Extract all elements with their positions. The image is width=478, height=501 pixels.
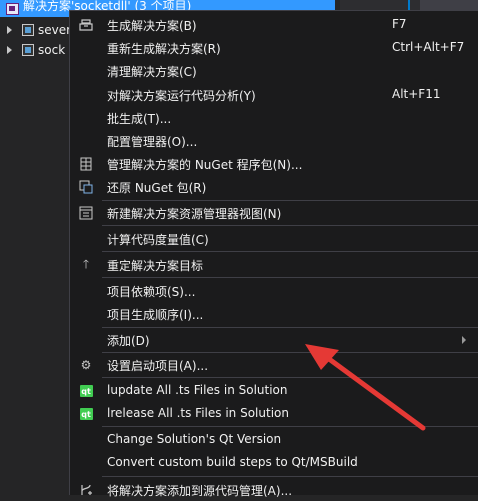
menu-separator xyxy=(102,277,478,278)
menu-item-label: 项目生成顺序(I)... xyxy=(107,308,204,322)
menu-item-code-analysis[interactable]: 对解决方案运行代码分析(Y) Alt+F11 xyxy=(70,83,478,106)
new-view-icon xyxy=(78,205,94,221)
solution-icon xyxy=(6,2,19,15)
project-icon xyxy=(22,23,34,36)
menu-item-label: 批生成(T)... xyxy=(107,112,172,126)
project-label: sock xyxy=(38,42,66,57)
menu-item-label: 重定解决方案目标 xyxy=(107,259,204,273)
menu-item-new-explorer-view[interactable]: 新建解决方案资源管理器视图(N) xyxy=(70,201,478,224)
menu-item-label: Change Solution's Qt Version xyxy=(107,432,282,446)
menu-item-convert-build-steps[interactable]: Convert custom build steps to Qt/MSBuild xyxy=(70,451,478,474)
menu-item-restore-nuget[interactable]: 还原 NuGet 包(R) xyxy=(70,175,478,198)
menu-item-label: 新建解决方案资源管理器视图(N) xyxy=(107,207,282,221)
menu-item-shortcut: Alt+F11 xyxy=(392,87,441,101)
expand-arrow-icon[interactable] xyxy=(7,45,12,54)
build-icon xyxy=(78,17,94,33)
menu-item-code-metrics[interactable]: 计算代码度量值(C) xyxy=(70,227,478,250)
menu-item-retarget-solution[interactable]: 🡑 重定解决方案目标 xyxy=(70,253,478,276)
menu-item-add-to-source-control[interactable]: 将解决方案添加到源代码管理(A)... xyxy=(70,478,478,501)
menu-item-rebuild-solution[interactable]: 重新生成解决方案(R) Ctrl+Alt+F7 xyxy=(70,36,478,59)
menu-item-label: 添加(D) xyxy=(107,334,150,348)
menu-item-label: lrelease All .ts Files in Solution xyxy=(107,406,289,420)
accent-line xyxy=(408,0,410,10)
source-control-icon xyxy=(78,482,94,498)
menu-item-label: 将解决方案添加到源代码管理(A)... xyxy=(107,484,293,498)
project-icon xyxy=(22,43,34,56)
menu-item-label: 重新生成解决方案(R) xyxy=(107,42,221,56)
expand-arrow-icon[interactable] xyxy=(7,25,12,34)
menu-item-label: 管理解决方案的 NuGet 程序包(N)... xyxy=(107,158,303,172)
menu-item-manage-nuget[interactable]: 管理解决方案的 NuGet 程序包(N)... xyxy=(70,152,478,175)
annotation-arrow-icon xyxy=(305,344,426,431)
menu-separator xyxy=(102,251,478,252)
menu-item-label: 还原 NuGet 包(R) xyxy=(107,181,207,195)
menu-item-batch-build[interactable]: 批生成(T)... xyxy=(70,106,478,129)
menu-item-label: 项目依赖项(S)... xyxy=(107,285,196,299)
editor-tab-strip xyxy=(340,0,478,10)
menu-item-label: Convert custom build steps to Qt/MSBuild xyxy=(107,455,358,469)
menu-item-label: 生成解决方案(B) xyxy=(107,19,197,33)
menu-item-project-build-order[interactable]: 项目生成顺序(I)... xyxy=(70,302,478,325)
menu-item-label: 配置管理器(O)... xyxy=(107,135,198,149)
menu-item-label: 计算代码度量值(C) xyxy=(107,233,209,247)
menu-separator xyxy=(102,476,478,477)
up-arrow-icon: 🡑 xyxy=(82,256,90,271)
menu-item-label: lupdate All .ts Files in Solution xyxy=(107,383,288,397)
menu-item-label: 设置启动项目(A)... xyxy=(107,359,209,373)
submenu-arrow-icon xyxy=(462,336,466,344)
menu-item-shortcut: F7 xyxy=(392,17,407,31)
menu-item-shortcut: Ctrl+Alt+F7 xyxy=(392,40,465,54)
qt-icon: qt xyxy=(79,408,93,420)
project-node[interactable]: sever xyxy=(0,20,71,39)
nuget-icon xyxy=(78,156,94,172)
qt-icon: qt xyxy=(79,385,93,397)
menu-separator xyxy=(102,225,478,226)
menu-item-label: 对解决方案运行代码分析(Y) xyxy=(107,89,256,103)
project-label: sever xyxy=(38,22,72,37)
project-node[interactable]: sock xyxy=(0,40,65,59)
menu-item-clean-solution[interactable]: 清理解决方案(C) xyxy=(70,59,478,82)
editor-tab[interactable] xyxy=(420,0,478,10)
gear-icon: ⚙ xyxy=(80,358,92,372)
menu-item-project-dependencies[interactable]: 项目依赖项(S)... xyxy=(70,279,478,302)
restore-icon xyxy=(78,179,94,195)
menu-item-configuration-manager[interactable]: 配置管理器(O)... xyxy=(70,129,478,152)
menu-item-build-solution[interactable]: 生成解决方案(B) F7 xyxy=(70,13,478,36)
menu-item-label: 清理解决方案(C) xyxy=(107,65,197,79)
